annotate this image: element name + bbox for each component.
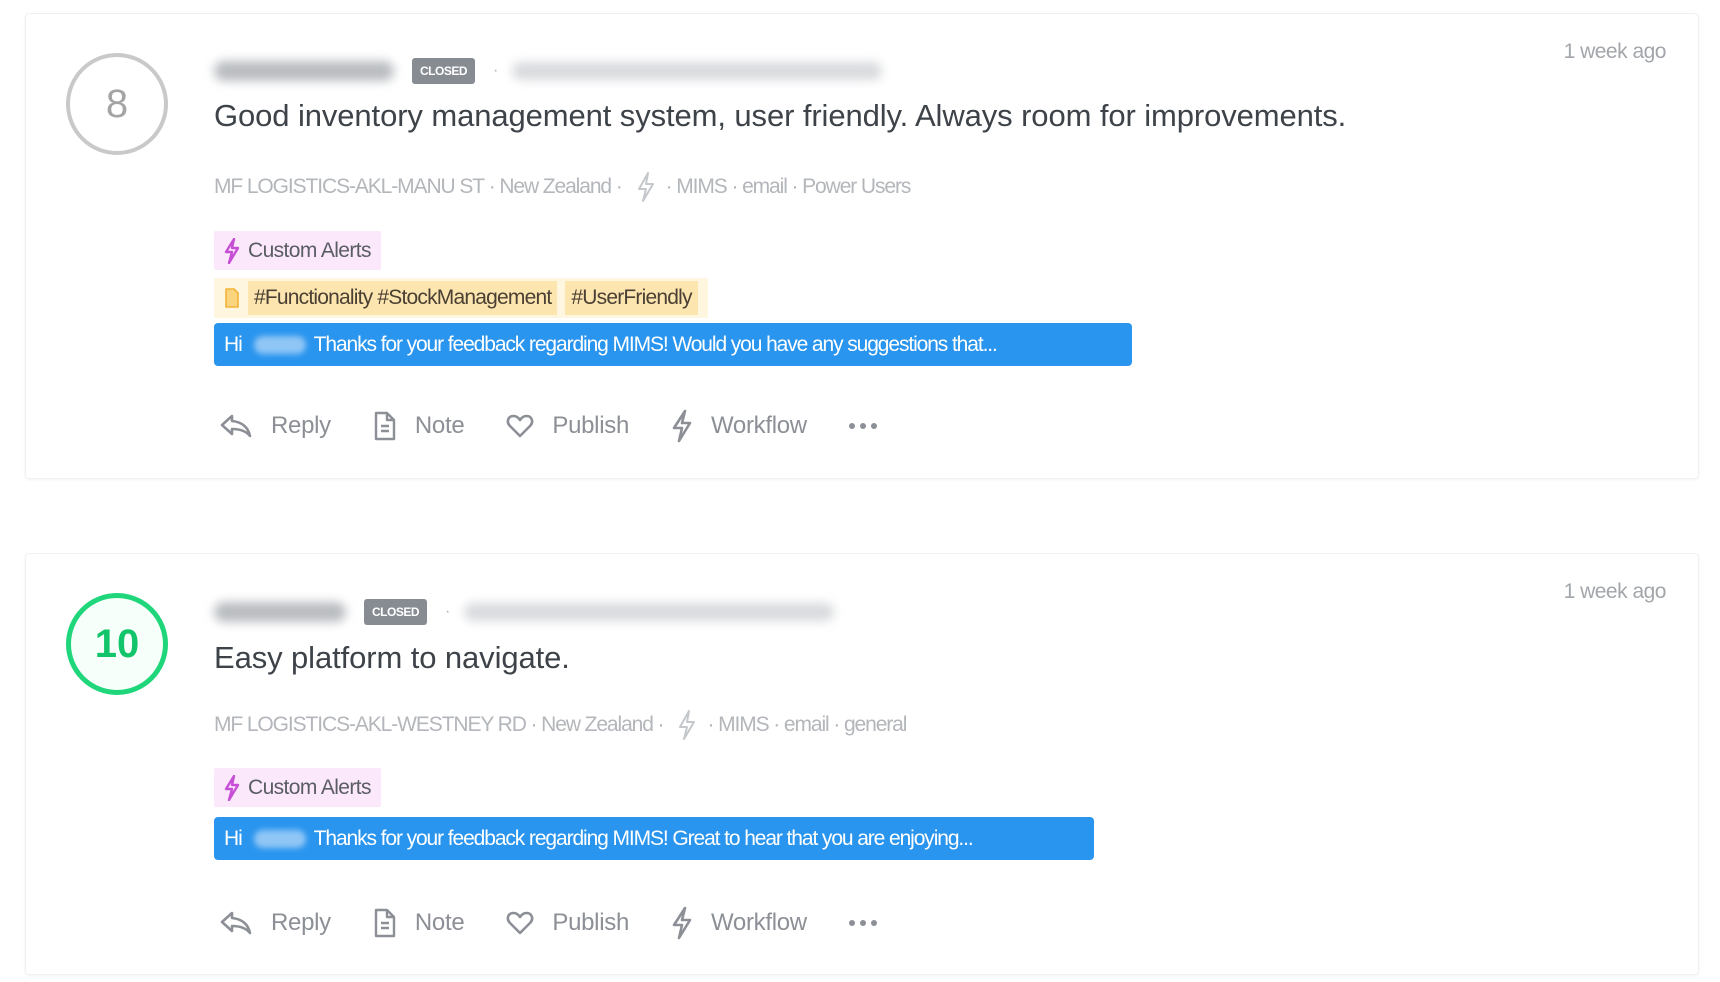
workflow-label: Workflow [711,412,807,439]
respondent-row: CLOSED · [214,56,883,86]
meta-channel: email [783,713,830,736]
nps-score-badge: 10 [66,593,168,695]
meta-location: MF LOGISTICS-AKL-MANU ST [214,175,485,198]
hashtag-row: #Functionality #StockManagement #UserFri… [214,278,708,318]
publish-button[interactable]: Publish [506,412,629,440]
reply-greeting: Hi [224,826,243,850]
lightning-icon [224,237,240,264]
meta-location: MF LOGISTICS-AKL-WESTNEY RD [214,713,527,736]
more-dot [848,920,855,926]
reply-preview[interactable]: Hi Thanks for your feedback regarding MI… [214,323,1132,366]
respondent-email-redacted[interactable] [464,603,835,621]
more-options-button[interactable] [848,423,877,429]
note-icon [374,908,396,938]
reply-button[interactable]: Reply [219,412,331,440]
respondent-email-redacted[interactable] [512,62,883,80]
lightning-icon [672,906,692,940]
status-badge: CLOSED [364,599,428,625]
note-label: Note [414,412,465,439]
recipient-name-redacted [253,335,306,354]
action-bar: Reply Note Publish Workflow [219,903,877,943]
lightning-icon [636,171,656,203]
meta-segment: general [843,713,907,736]
meta-product: MIMS [718,713,770,736]
reply-preview[interactable]: Hi Thanks for your feedback regarding MI… [214,817,1094,860]
separator-dot: · [493,62,499,79]
response-card: 10 CLOSED · Easy platform to navigate. M… [25,553,1699,975]
hashtag-chip[interactable]: #Functionality #StockManagement [248,281,558,315]
nps-score-badge: 8 [66,53,168,155]
reply-button[interactable]: Reply [219,909,331,937]
response-timestamp: 1 week ago [1563,580,1667,603]
respondent-name-redacted[interactable] [214,61,394,81]
response-meta: MF LOGISTICS-AKL-MANU ST · New Zealand ·… [214,171,911,203]
file-icon [224,287,240,309]
meta-segment: Power Users [802,175,911,198]
note-icon [374,411,396,441]
more-dot [848,423,855,429]
custom-alerts-tag[interactable]: Custom Alerts [214,231,381,270]
status-badge: CLOSED [412,58,476,84]
meta-channel: email [742,175,788,198]
note-button[interactable]: Note [373,410,465,442]
reply-label: Reply [271,909,331,936]
note-button[interactable]: Note [373,907,465,939]
response-card: 8 CLOSED · Good inventory management sys… [25,13,1699,479]
respondent-name-redacted[interactable] [214,602,346,622]
custom-alerts-label: Custom Alerts [248,775,372,799]
lightning-icon [672,409,692,443]
response-timestamp: 1 week ago [1563,40,1667,63]
meta-product: MIMS [676,175,728,198]
hashtag-chip[interactable]: #UserFriendly [565,281,698,315]
publish-label: Publish [552,909,629,936]
workflow-label: Workflow [711,909,807,936]
recipient-name-redacted [253,829,306,848]
reply-label: Reply [271,412,331,439]
reply-icon [220,911,252,935]
publish-button[interactable]: Publish [506,909,629,937]
more-dot [859,920,866,926]
reply-text: Thanks for your feedback regarding MIMS!… [313,332,998,356]
meta-country: New Zealand [499,175,612,198]
reply-greeting: Hi [224,332,243,356]
respondent-row: CLOSED · [214,597,835,627]
more-dot [859,423,866,429]
reply-text: Thanks for your feedback regarding MIMS!… [313,826,974,850]
workflow-button[interactable]: Workflow [671,409,807,443]
heart-icon [506,414,534,438]
meta-country: New Zealand [541,713,654,736]
custom-alerts-label: Custom Alerts [248,238,372,262]
more-dot [870,423,877,429]
custom-alerts-tag[interactable]: Custom Alerts [214,768,381,807]
response-comment: Good inventory management system, user f… [214,98,1347,133]
response-meta: MF LOGISTICS-AKL-WESTNEY RD · New Zealan… [214,709,907,741]
lightning-icon [677,709,697,741]
more-dot [870,920,877,926]
heart-icon [506,911,534,935]
response-comment: Easy platform to navigate. [214,640,570,675]
note-label: Note [414,909,465,936]
action-bar: Reply Note Publish Workflow [219,406,877,446]
reply-icon [220,414,252,438]
more-options-button[interactable] [848,920,877,926]
lightning-icon [224,774,240,801]
separator-dot: · [445,603,451,620]
workflow-button[interactable]: Workflow [671,906,807,940]
publish-label: Publish [552,412,629,439]
